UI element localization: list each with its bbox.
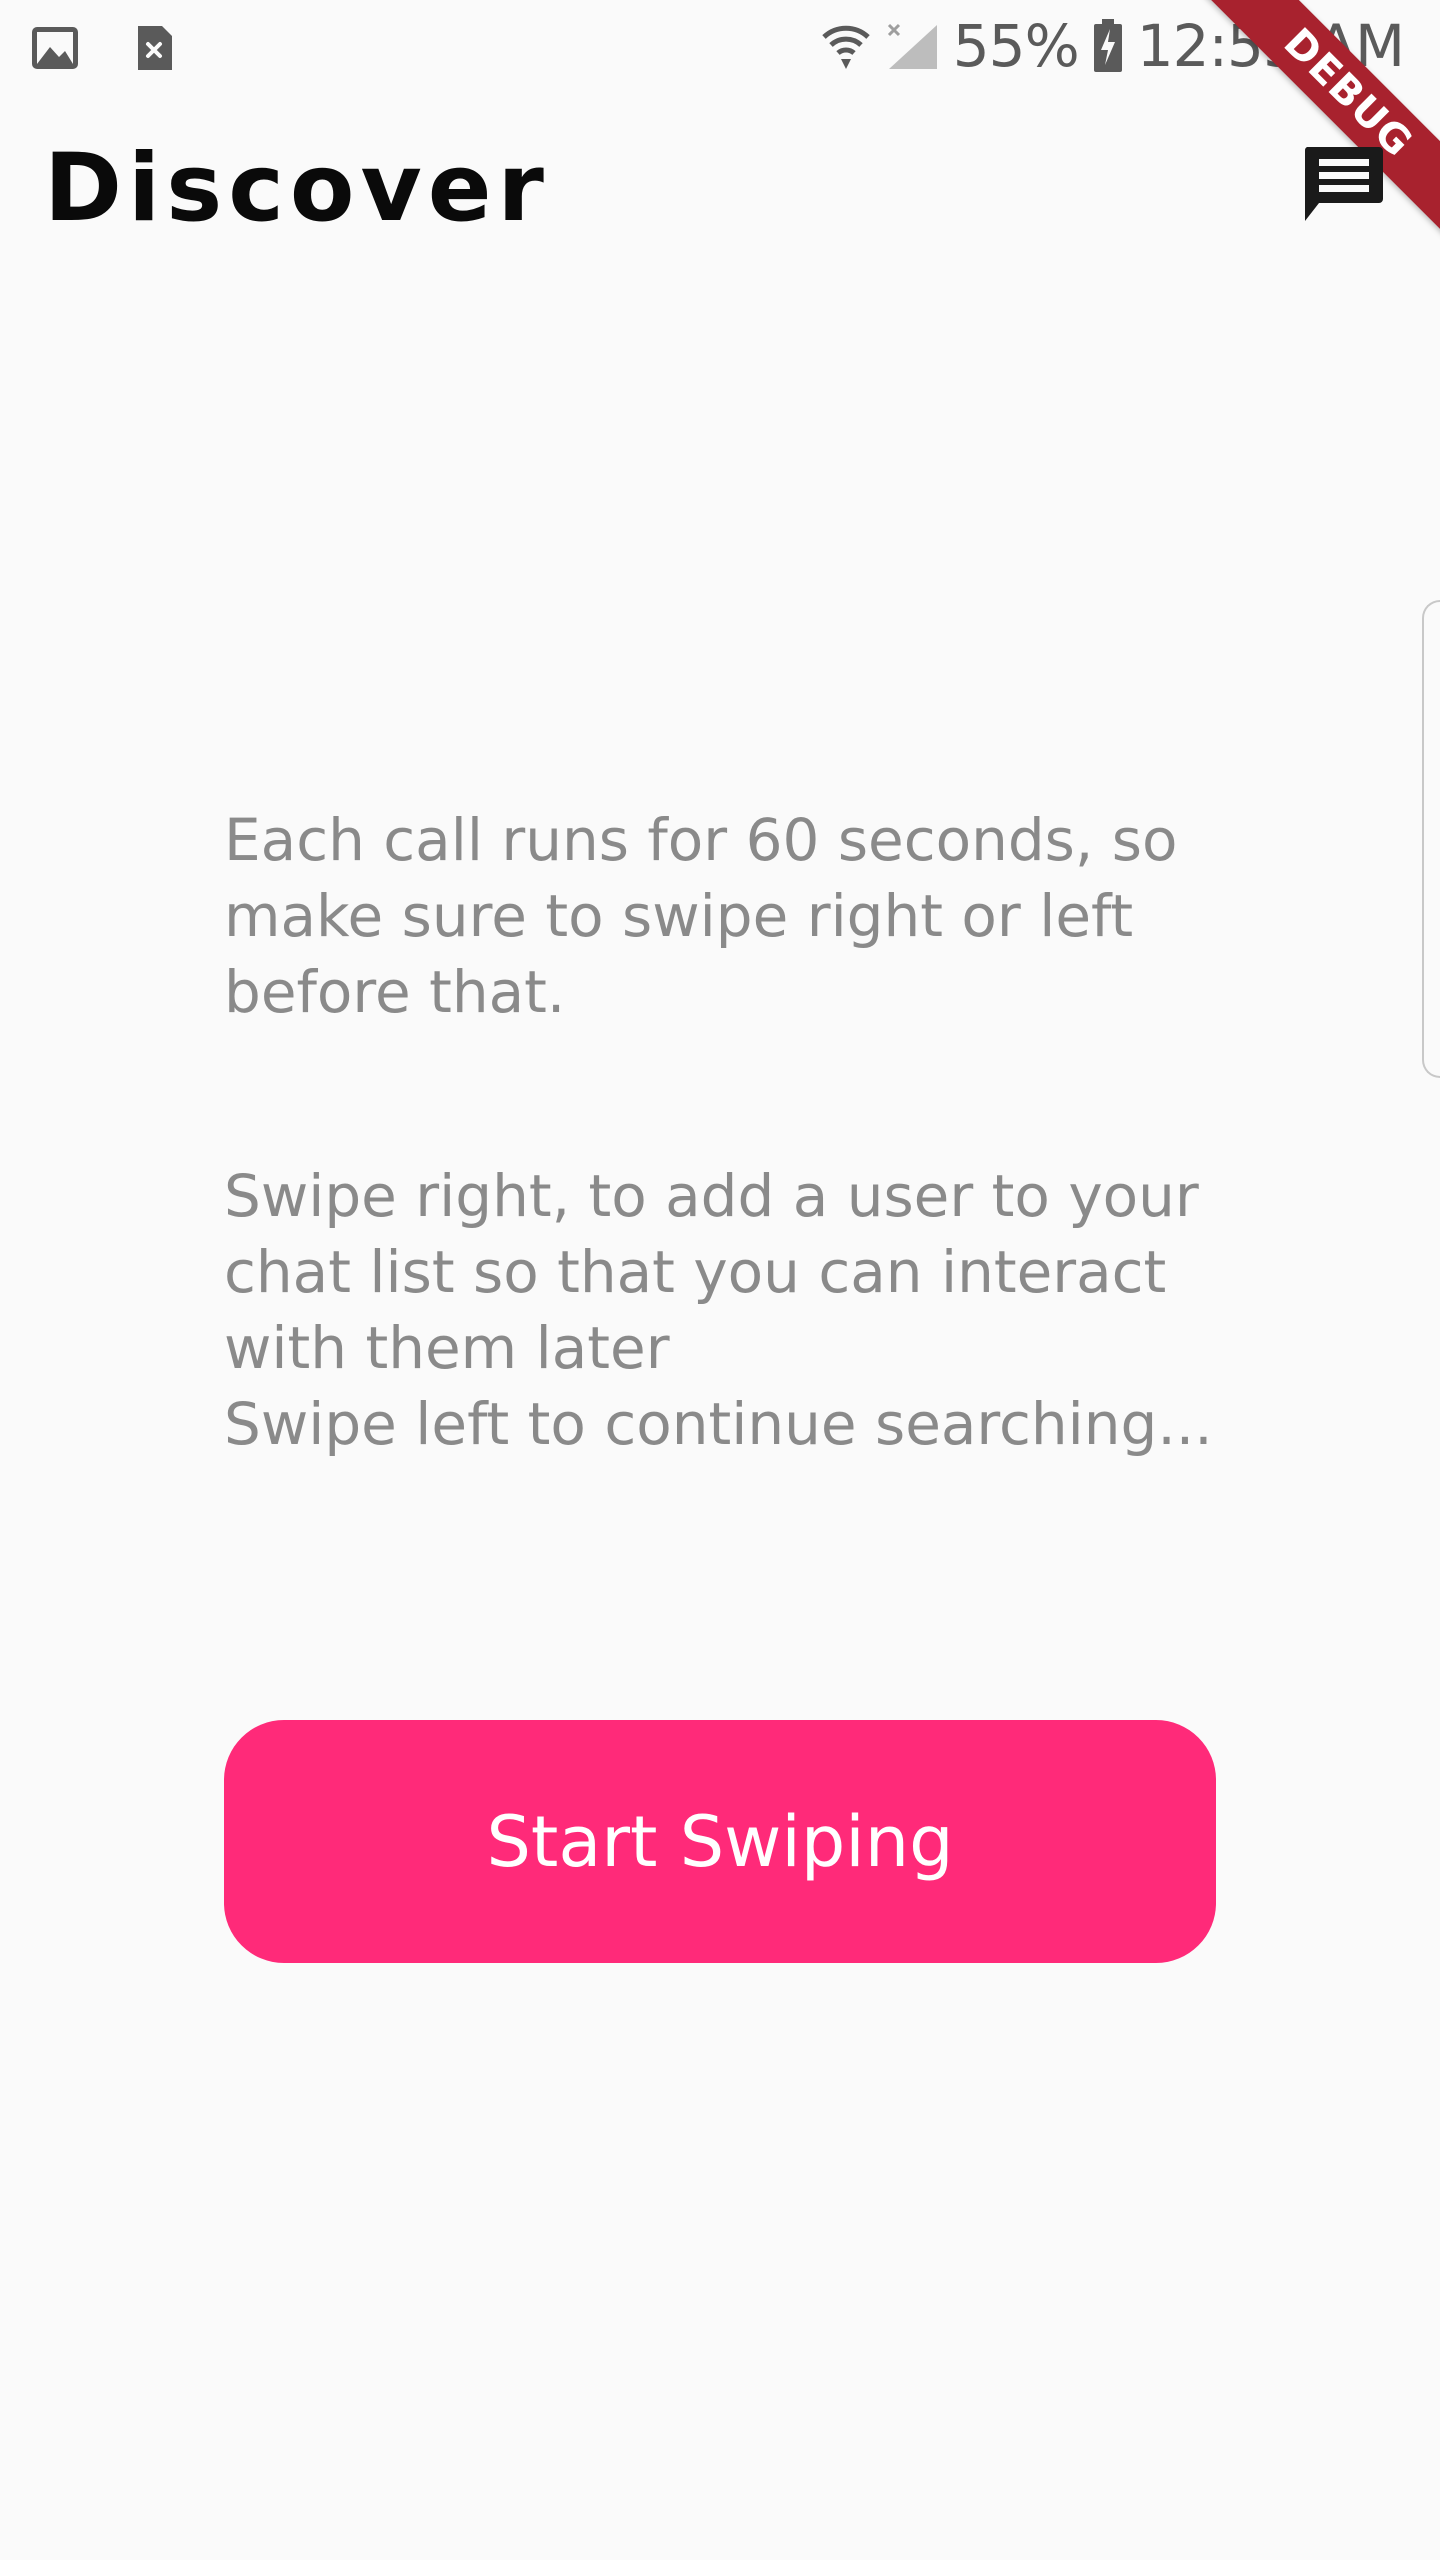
instruction-swipe-right: Swipe right, to add a user to your chat …	[224, 1162, 1199, 1382]
edge-panel-handle[interactable]	[1422, 600, 1440, 1078]
page-title: Discover	[44, 134, 550, 243]
chat-button[interactable]	[1298, 142, 1388, 232]
battery-percent: 55%	[952, 12, 1080, 80]
file-close-icon	[134, 24, 174, 72]
app-bar: Discover	[0, 100, 1440, 270]
signal-icon	[885, 21, 939, 71]
instruction-swipe-left: Swipe left to continue searching...	[224, 1390, 1213, 1458]
status-bar: 55% 12:55 AM	[0, 0, 1440, 100]
wifi-icon	[821, 21, 871, 71]
chat-icon	[1301, 145, 1385, 230]
battery-charging-icon	[1093, 19, 1123, 73]
instruction-timer: Each call runs for 60 seconds, so make s…	[224, 806, 1178, 1026]
image-icon	[30, 25, 80, 71]
discover-screen: 55% 12:55 AM DEBUG Discover Each call ru…	[0, 0, 1440, 2560]
instruction-swipe: Swipe right, to add a user to your chat …	[224, 1158, 1224, 1462]
start-swiping-button[interactable]: Start Swiping	[224, 1720, 1216, 1963]
status-notifications	[30, 24, 174, 72]
status-time: 12:55 AM	[1136, 12, 1405, 80]
status-indicators: 55% 12:55 AM	[821, 12, 1405, 80]
